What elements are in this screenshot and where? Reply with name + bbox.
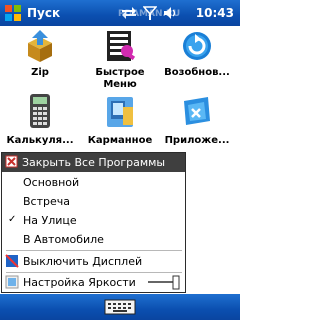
checkmark-icon: ✓ — [8, 214, 17, 225]
brightness-icon — [5, 275, 19, 289]
app-quick-menu[interactable]: Быстрое Меню — [82, 29, 158, 91]
app-label: Возобнов... — [164, 67, 230, 78]
app-label: Быстрое Меню — [95, 67, 145, 90]
app-label: Zip — [31, 67, 49, 78]
display-off-item[interactable]: Выключить Дисплей — [2, 252, 185, 271]
brightness-slider[interactable] — [147, 275, 181, 290]
brightness-label: Настройка Яркости — [23, 276, 136, 289]
brightness-item[interactable]: Настройка Яркости — [2, 273, 185, 292]
quick-menu-icon — [107, 31, 136, 61]
menu-divider — [6, 250, 182, 251]
app-applications[interactable]: Приложе... — [159, 93, 235, 147]
app-resume[interactable]: Возобнов... — [159, 29, 235, 79]
bottom-bar — [0, 294, 240, 320]
close-windows-icon — [5, 155, 18, 168]
pocket-icon — [107, 97, 133, 127]
app-pocket[interactable]: Карманное ... — [82, 93, 158, 159]
resume-icon — [183, 32, 211, 60]
profile-item-outdoors[interactable]: ✓ На Улице — [2, 211, 185, 230]
windows-start-icon[interactable] — [4, 4, 22, 22]
profile-label: На Улице — [23, 214, 77, 227]
profile-label: В Автомобиле — [23, 233, 104, 246]
context-menu: Закрыть Все Программы Основной Встреча ✓… — [1, 152, 186, 293]
volume-icon[interactable] — [162, 5, 178, 21]
profile-label: Встреча — [23, 195, 70, 208]
calculator-icon — [30, 94, 50, 128]
display-off-icon — [5, 254, 19, 268]
close-all-programs-item[interactable]: Закрыть Все Программы — [2, 153, 185, 172]
app-label: Калькуля... — [6, 135, 74, 146]
signal-icon[interactable] — [143, 5, 157, 21]
connectivity-icon[interactable] — [120, 5, 138, 21]
applications-icon — [184, 97, 210, 125]
display-off-label: Выключить Дисплей — [23, 255, 143, 268]
title-bar: Пуск PDAMAN.RU 10:43 — [0, 0, 240, 26]
profile-item-car[interactable]: В Автомобиле — [2, 230, 185, 249]
profile-item-meeting[interactable]: Встреча — [2, 192, 185, 211]
app-calculator[interactable]: Калькуля... — [2, 93, 78, 147]
app-zip[interactable]: Zip — [2, 29, 78, 79]
keyboard-icon[interactable] — [104, 298, 136, 316]
profile-label: Основной — [23, 176, 80, 189]
clock[interactable]: 10:43 — [196, 6, 234, 20]
profile-item-main[interactable]: Основной — [2, 173, 185, 192]
close-all-programs-label: Закрыть Все Программы — [22, 156, 166, 169]
start-title[interactable]: Пуск — [27, 6, 60, 20]
app-label: Приложе... — [164, 135, 230, 146]
zip-icon — [28, 30, 52, 62]
